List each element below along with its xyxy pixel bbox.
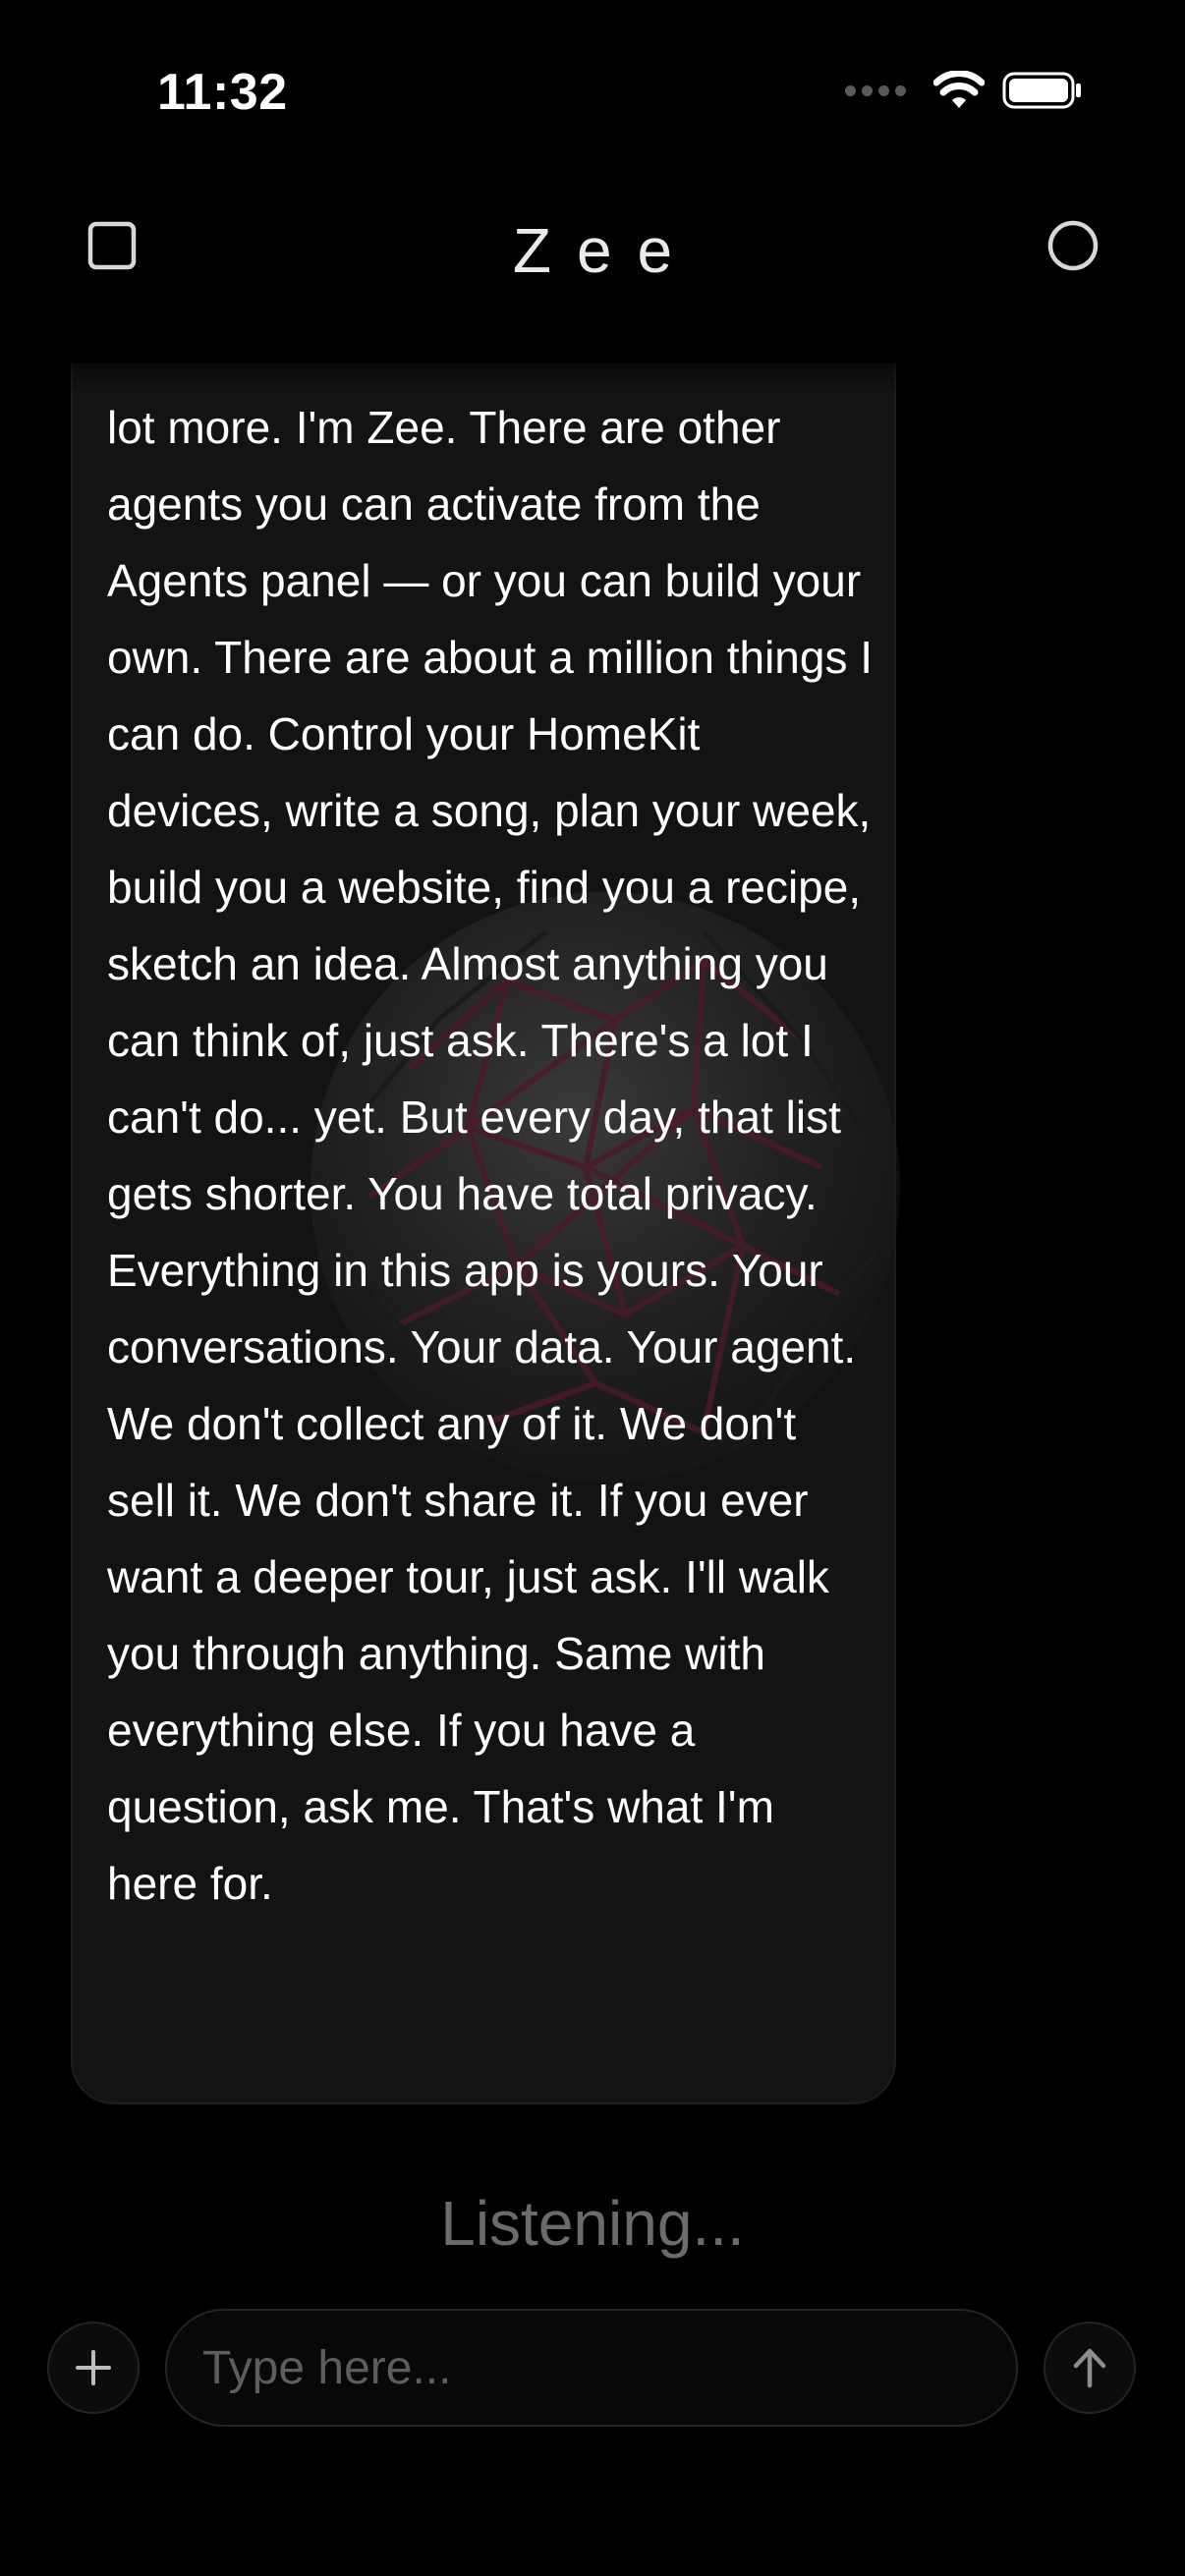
scroll-fade (71, 334, 896, 393)
plus-icon (76, 2350, 111, 2385)
circle-icon (1047, 220, 1099, 271)
status-time: 11:32 (157, 64, 288, 121)
message-input[interactable] (167, 2311, 1016, 2425)
listening-status: Listening... (440, 2188, 745, 2259)
assistant-message-text: lot more. I'm Zee. There are other agent… (107, 402, 874, 1909)
status-icons (845, 71, 1083, 110)
add-attachment-button[interactable] (47, 2322, 140, 2414)
send-button[interactable] (1044, 2322, 1136, 2414)
arrow-up-icon (1073, 2348, 1106, 2388)
wifi-icon (933, 71, 985, 108)
page-title: Zee (512, 215, 699, 286)
battery-icon (1002, 72, 1081, 109)
signal-icon (845, 84, 906, 96)
message-input-container[interactable] (165, 2309, 1018, 2427)
new-chat-button[interactable] (1045, 218, 1100, 273)
